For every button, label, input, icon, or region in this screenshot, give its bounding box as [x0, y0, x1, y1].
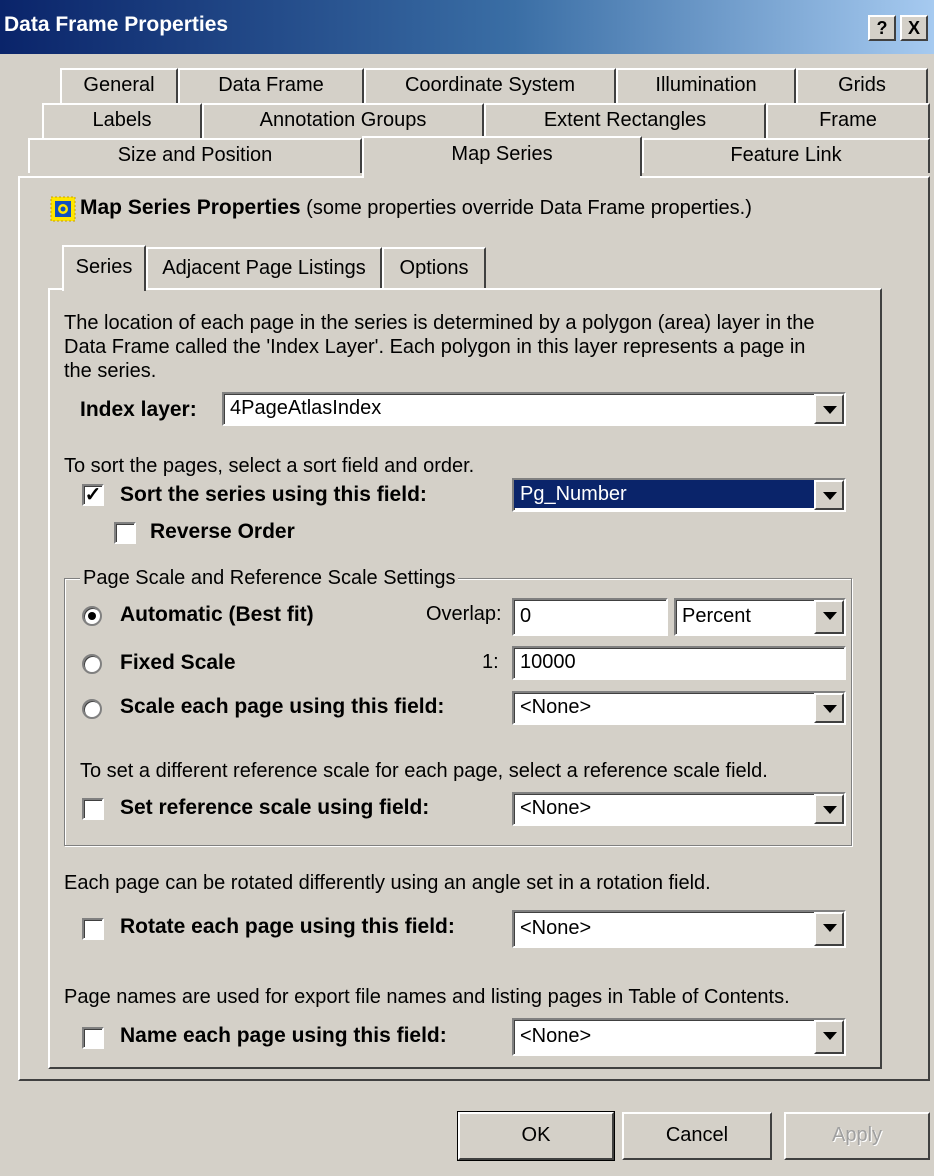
- chevron-down-icon[interactable]: [814, 600, 844, 634]
- sort-field-value: Pg_Number: [514, 480, 844, 508]
- overlap-input[interactable]: 0: [512, 598, 668, 636]
- ok-button[interactable]: OK: [457, 1111, 615, 1161]
- cancel-button[interactable]: Cancel: [622, 1112, 772, 1160]
- reference-scale-value: <None>: [520, 797, 592, 819]
- tab-map-series[interactable]: Map Series: [362, 136, 642, 176]
- apply-button[interactable]: Apply: [784, 1112, 930, 1160]
- map-series-title: Map Series Properties: [80, 196, 301, 219]
- sort-label: Sort the series using this field:: [120, 483, 427, 506]
- tab-grids[interactable]: Grids: [796, 68, 928, 103]
- scale-field-label: Scale each page using this field:: [120, 695, 445, 718]
- index-layer-select[interactable]: 4PageAtlasIndex: [222, 392, 846, 426]
- name-field-value: <None>: [520, 1025, 592, 1047]
- fixed-scale-radio[interactable]: [82, 654, 102, 674]
- chevron-down-icon[interactable]: [814, 912, 844, 946]
- scale-field-value: <None>: [520, 696, 592, 718]
- scale-field-select[interactable]: <None>: [512, 691, 846, 725]
- tab-options[interactable]: Options: [382, 247, 486, 289]
- tab-coordinate-system[interactable]: Coordinate System: [364, 68, 616, 103]
- chevron-down-icon[interactable]: [814, 1020, 844, 1054]
- overlap-unit-value: Percent: [682, 605, 751, 627]
- overlap-label: Overlap:: [426, 603, 502, 625]
- rotate-field-value: <None>: [520, 917, 592, 939]
- reference-scale-hint: To set a different reference scale for e…: [80, 760, 768, 782]
- scale-field-radio[interactable]: [82, 699, 102, 719]
- reference-scale-select[interactable]: <None>: [512, 792, 846, 826]
- index-layer-value: 4PageAtlasIndex: [230, 397, 382, 419]
- tab-size-and-position[interactable]: Size and Position: [28, 138, 362, 173]
- tab-extent-rectangles[interactable]: Extent Rectangles: [484, 103, 766, 138]
- reverse-order-label: Reverse Order: [150, 520, 295, 543]
- title-bar[interactable]: Data Frame Properties ? X: [0, 0, 934, 54]
- tab-illumination[interactable]: Illumination: [616, 68, 796, 103]
- name-checkbox[interactable]: [82, 1027, 104, 1049]
- reference-scale-label: Set reference scale using field:: [120, 796, 430, 819]
- map-series-note: (some properties override Data Frame pro…: [306, 197, 752, 219]
- index-layer-label: Index layer:: [80, 398, 197, 421]
- reverse-order-checkbox[interactable]: [114, 522, 136, 544]
- name-label: Name each page using this field:: [120, 1024, 447, 1047]
- rotation-hint: Each page can be rotated differently usi…: [64, 872, 711, 894]
- chevron-down-icon[interactable]: [814, 794, 844, 824]
- automatic-radio[interactable]: [82, 606, 102, 626]
- overlap-unit-select[interactable]: Percent: [674, 598, 846, 636]
- tab-general[interactable]: General: [60, 68, 178, 103]
- map-series-header: Map Series Properties (some properties o…: [80, 196, 752, 220]
- tab-annotation-groups[interactable]: Annotation Groups: [202, 103, 484, 138]
- rotate-field-select[interactable]: <None>: [512, 910, 846, 948]
- scale-settings-title: Page Scale and Reference Scale Settings: [80, 567, 459, 590]
- tab-labels[interactable]: Labels: [42, 103, 202, 138]
- chevron-down-icon[interactable]: [814, 693, 844, 723]
- series-description-line-1: The location of each page in the series …: [64, 312, 815, 334]
- tab-data-frame[interactable]: Data Frame: [178, 68, 364, 103]
- name-field-select[interactable]: <None>: [512, 1018, 846, 1056]
- map-series-icon: [50, 196, 76, 222]
- fixed-scale-prefix: 1:: [482, 651, 499, 673]
- fixed-scale-input[interactable]: 10000: [512, 646, 846, 680]
- sort-hint: To sort the pages, select a sort field a…: [64, 455, 475, 477]
- fixed-scale-label: Fixed Scale: [120, 651, 236, 674]
- sort-checkbox[interactable]: ✓: [82, 484, 104, 506]
- series-description-line-2: Data Frame called the 'Index Layer'. Eac…: [64, 336, 806, 358]
- chevron-down-icon[interactable]: [814, 480, 844, 510]
- tab-series[interactable]: Series: [62, 245, 146, 291]
- rotate-label: Rotate each page using this field:: [120, 915, 455, 938]
- series-description-line-3: the series.: [64, 360, 157, 382]
- tab-feature-link[interactable]: Feature Link: [642, 138, 930, 173]
- window-title: Data Frame Properties: [4, 13, 229, 36]
- help-button[interactable]: ?: [868, 15, 896, 41]
- chevron-down-icon[interactable]: [814, 394, 844, 424]
- naming-hint: Page names are used for export file name…: [64, 986, 790, 1008]
- reference-scale-checkbox[interactable]: [82, 798, 104, 820]
- rotate-checkbox[interactable]: [82, 918, 104, 940]
- close-button[interactable]: X: [900, 15, 928, 41]
- tab-adjacent-page-listings[interactable]: Adjacent Page Listings: [146, 247, 382, 289]
- sort-field-select[interactable]: Pg_Number: [512, 478, 846, 512]
- tab-frame[interactable]: Frame: [766, 103, 930, 138]
- automatic-label: Automatic (Best fit): [120, 603, 314, 626]
